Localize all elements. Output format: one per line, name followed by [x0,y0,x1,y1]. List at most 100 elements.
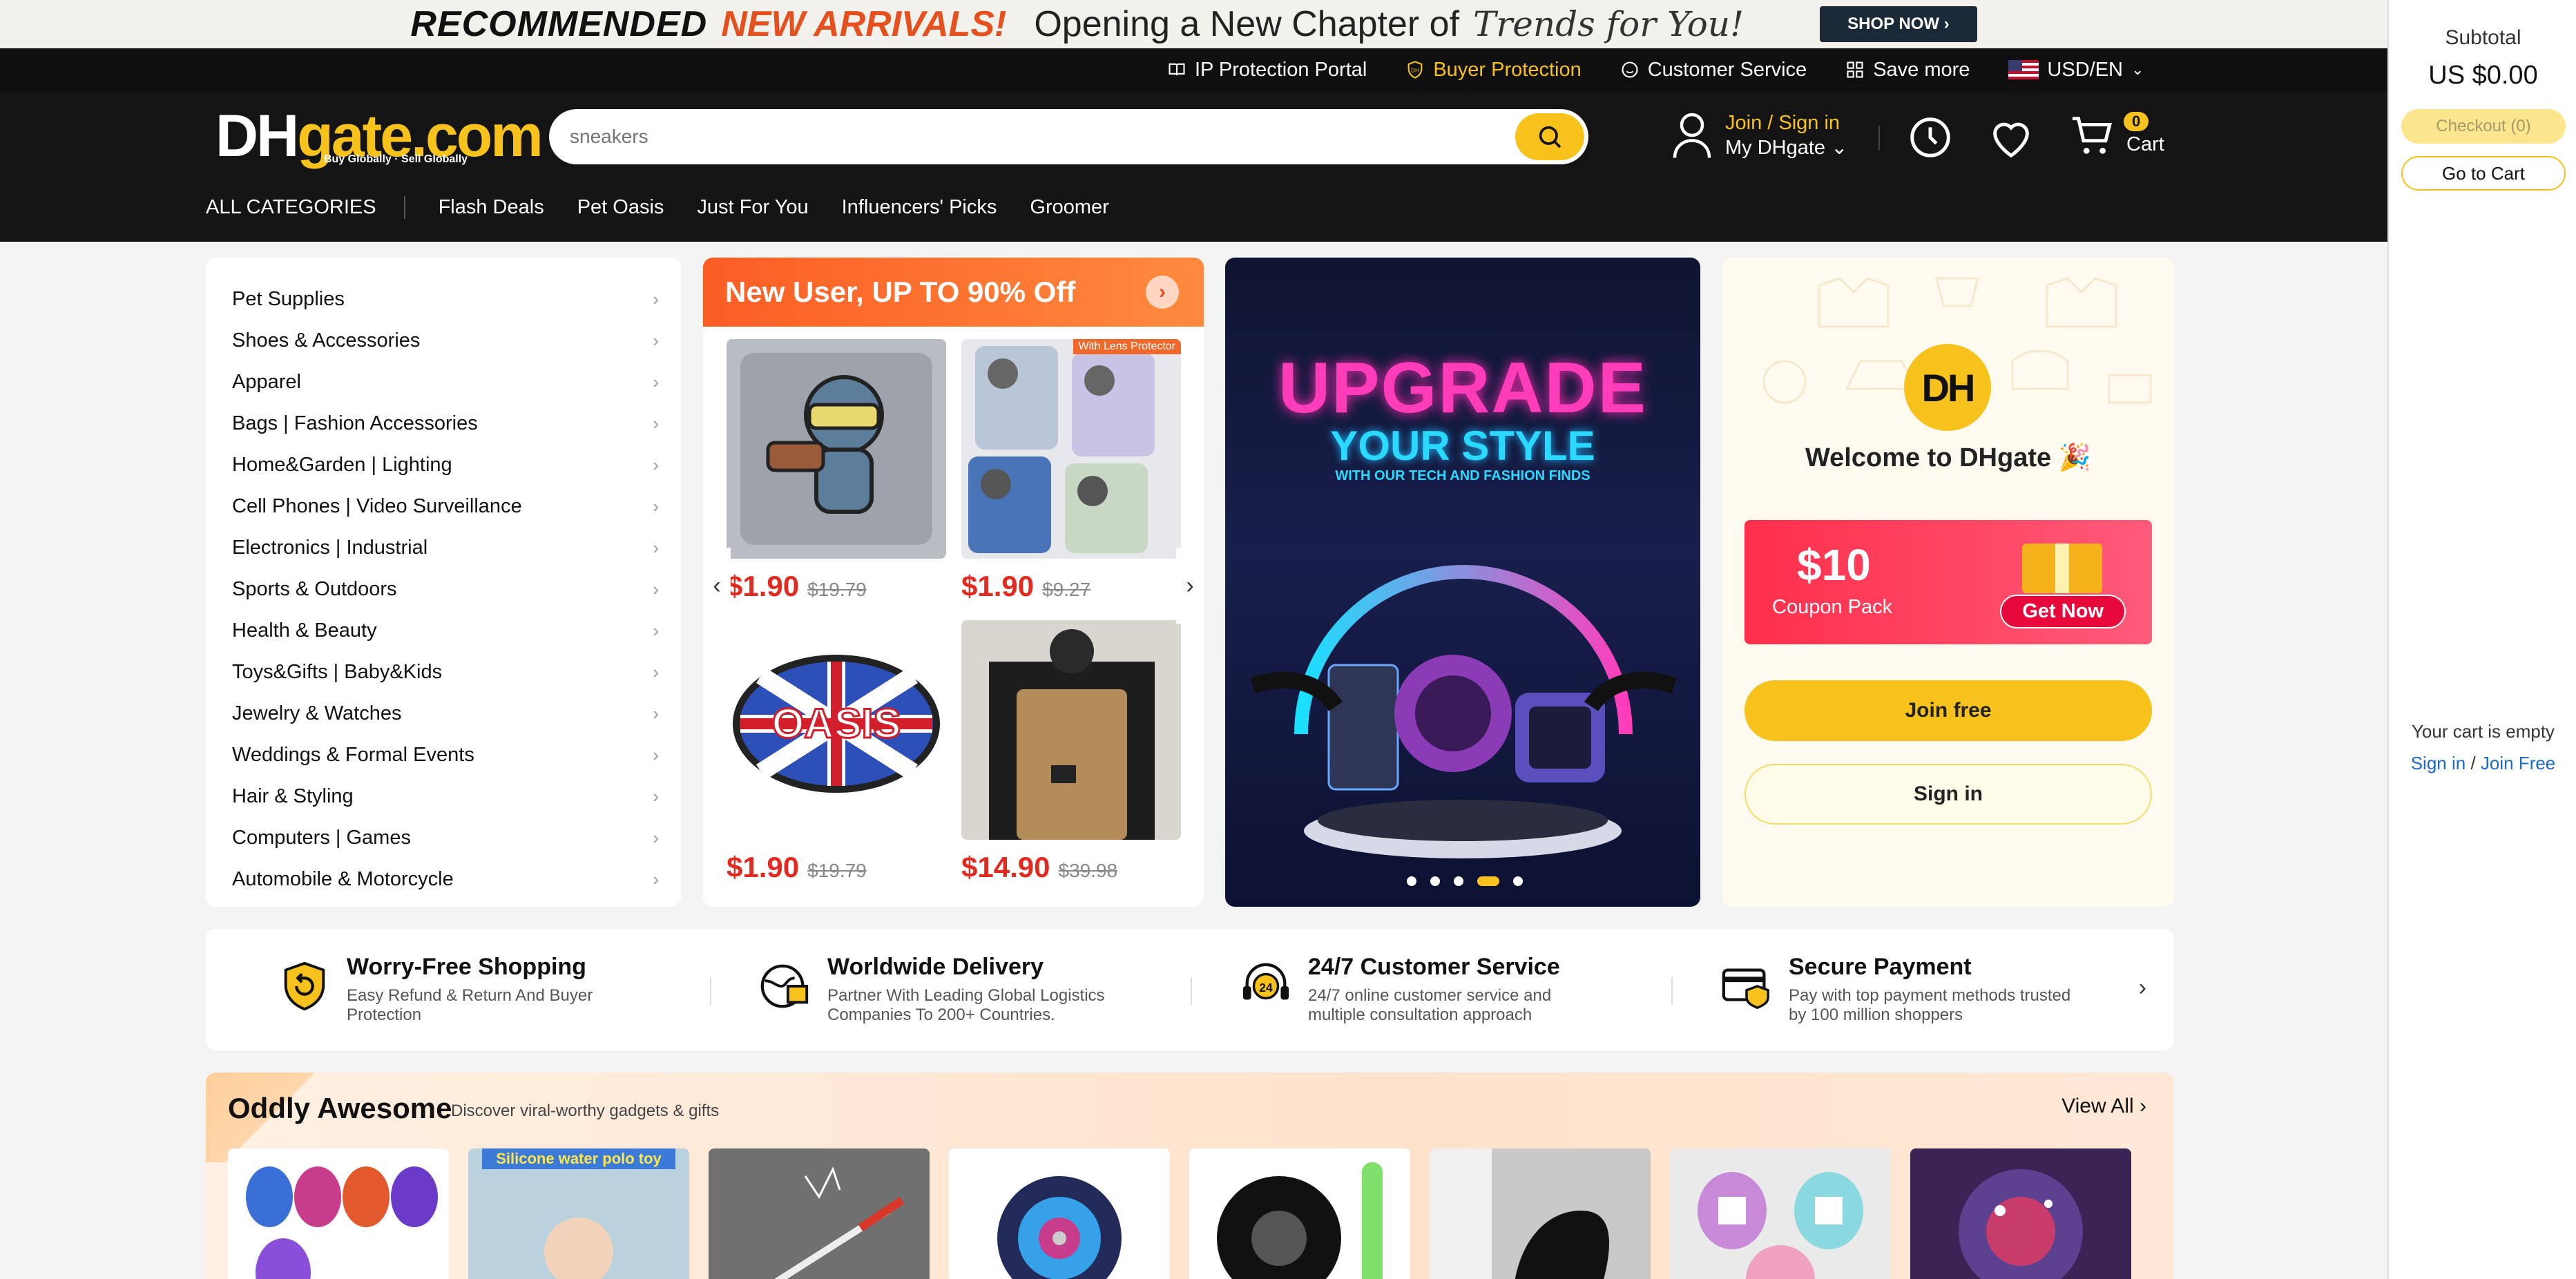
product-thumb[interactable] [1189,1148,1410,1279]
feature-desc: Pay with top payment methods trusted by … [1789,986,2071,1024]
history-icon[interactable] [1906,113,1954,162]
nav-pet-oasis[interactable]: Pet Oasis [577,196,664,219]
nav-flash-deals[interactable]: Flash Deals [439,196,544,219]
search-button[interactable] [1515,113,1584,160]
chevron-down-icon: ⌄ [2131,61,2144,78]
nav-groomer[interactable]: Groomer [1030,196,1108,219]
carousel-next-button[interactable]: › [1176,548,1204,624]
cart-sign-in-link[interactable]: Sign in [2411,753,2466,773]
join-free-button[interactable]: Join free [1744,680,2152,741]
chevron-right-icon: › [653,785,659,807]
category-item[interactable]: Sports & Outdoors › [206,568,681,610]
view-all-label: View All [2061,1095,2134,1117]
ip-protection-link[interactable]: IP Protection Portal [1167,59,1367,81]
promo-banner[interactable]: RECOMMENDED NEW ARRIVALS! Opening a New … [0,0,2387,48]
product-card[interactable]: OASIS $1.90 $19.79 [727,620,946,884]
carousel-dot[interactable] [1454,876,1463,886]
customer-service-link[interactable]: Customer Service [1620,59,1807,81]
feature-item[interactable]: Secure Payment Pay with top payment metho… [1720,954,2086,1030]
search-bar [549,109,1588,164]
product-thumb[interactable] [1430,1148,1651,1279]
buyer-protection-link[interactable]: DH Buyer Protection [1405,59,1582,81]
save-more-link[interactable]: Save more [1845,59,1970,81]
category-item[interactable]: Electronics | Industrial › [206,527,681,568]
product-card[interactable]: With Lens Protector $1.90 $9.27 [961,339,1181,603]
feature-item[interactable]: Worldwide Delivery Partner With Leading G… [758,954,1124,1030]
cart-auth-links: Sign in / Join Free [2389,753,2576,774]
coupon-card[interactable]: $10 Coupon Pack Get Now [1744,520,2152,644]
shield-icon: DH [1407,61,1423,79]
new-user-deals: New User, UP TO 90% Off › $1.90 $19.79 Wi… [703,258,1204,907]
carousel-dot-active[interactable] [1477,876,1499,886]
product-old-price: $19.79 [807,860,867,881]
chevron-right-icon: › [1186,572,1194,599]
category-item[interactable]: Pet Supplies › [206,278,681,320]
category-item[interactable]: Computers | Games › [206,817,681,858]
category-label: Automobile & Motorcycle [232,867,454,890]
go-to-cart-button[interactable]: Go to Cart [2401,156,2566,191]
account-menu[interactable]: Join / Sign in My DHgate ⌄ [1671,110,1847,160]
chevron-right-icon[interactable]: › [2139,974,2146,1001]
currency-selector[interactable]: USD/EN ⌄ [2008,59,2144,81]
chevron-right-icon: › [653,868,659,889]
features-strip: Worry-Free Shopping Easy Refund & Return … [206,929,2174,1050]
checkout-button[interactable]: Checkout (0) [2401,109,2566,144]
category-item[interactable]: Apparel › [206,361,681,403]
product-thumb[interactable] [1910,1148,2131,1279]
product-thumb[interactable] [1670,1148,1891,1279]
feature-item[interactable]: Worry-Free Shopping Easy Refund & Return … [278,954,644,1030]
category-label: Sports & Outdoors [232,577,397,600]
chat-icon [1622,61,1638,78]
product-old-price: $19.79 [807,579,867,600]
product-card[interactable]: $1.90 $19.79 [727,339,946,603]
category-item[interactable]: Cell Phones | Video Surveillance › [206,485,681,527]
shop-now-button[interactable]: SHOP NOW › [1820,6,1977,42]
carousel-dot[interactable] [1513,876,1523,886]
category-item[interactable]: Hair & Styling › [206,776,681,817]
carousel-dot[interactable] [1407,876,1416,886]
category-item[interactable]: Health & Beauty › [206,610,681,651]
category-item[interactable]: Shoes & Accessories › [206,320,681,361]
product-thumb[interactable] [949,1148,1170,1279]
carousel-prev-button[interactable]: ‹ [703,548,731,624]
product-card[interactable]: $14.90 $39.98 [961,620,1181,884]
cart-button[interactable]: 0 Cart [2068,110,2164,159]
chevron-right-icon: › [653,661,659,682]
nav-just-for-you[interactable]: Just For You [697,196,808,219]
shield-return-icon [284,961,325,1011]
feature-title: Worldwide Delivery [827,954,1044,980]
category-item[interactable]: Automobile & Motorcycle › [206,858,681,900]
get-now-button[interactable]: Get Now [2000,595,2126,628]
feature-item[interactable]: 24 24/7 Customer Service 24/7 online cust… [1239,954,1605,1030]
thumb-tag: Silicone water polo toy [482,1148,675,1169]
chevron-right-icon: › [653,412,659,434]
promo-new-arrivals: NEW ARRIVALS! [721,4,1007,44]
hero-banner[interactable]: UPGRADE YOUR STYLE WITH OUR TECH AND FAS… [1225,258,1700,907]
logo-dh: DH [215,103,299,169]
join-sign-in-link[interactable]: Join / Sign in [1725,110,1847,135]
heart-icon[interactable] [1987,113,2035,162]
feature-desc: Easy Refund & Return And Buyer Protectio… [347,986,593,1024]
category-item[interactable]: Toys&Gifts | Baby&Kids › [206,651,681,693]
category-item[interactable]: Weddings & Formal Events › [206,734,681,776]
nav-influencers-picks[interactable]: Influencers' Picks [842,196,997,219]
category-item[interactable]: Bags | Fashion Accessories › [206,403,681,444]
category-item[interactable]: Home&Garden | Lighting › [206,444,681,485]
chevron-right-icon: › [653,619,659,641]
view-all-link[interactable]: View All › [2061,1095,2146,1118]
all-categories-link[interactable]: ALL CATEGORIES [206,196,405,219]
product-thumb[interactable] [709,1148,930,1279]
category-item[interactable]: Jewelry & Watches › [206,693,681,734]
product-price: $1.90 [961,570,1035,602]
dhgate-logo[interactable]: DHgate.com Buy Globally · Sell Globally [215,103,544,169]
cart-join-free-link[interactable]: Join Free [2481,753,2555,773]
chevron-right-icon: › [653,578,659,599]
coupon-amount: $10 [1797,540,1871,590]
arrow-right-icon[interactable]: › [1146,276,1179,309]
product-thumb[interactable]: Silicone water polo toy [468,1148,689,1279]
product-thumb[interactable] [228,1148,449,1279]
carousel-dot[interactable] [1430,876,1440,886]
new-user-header[interactable]: New User, UP TO 90% Off › [703,258,1204,327]
sign-in-button[interactable]: Sign in [1744,764,2152,825]
search-input[interactable] [570,109,1502,164]
